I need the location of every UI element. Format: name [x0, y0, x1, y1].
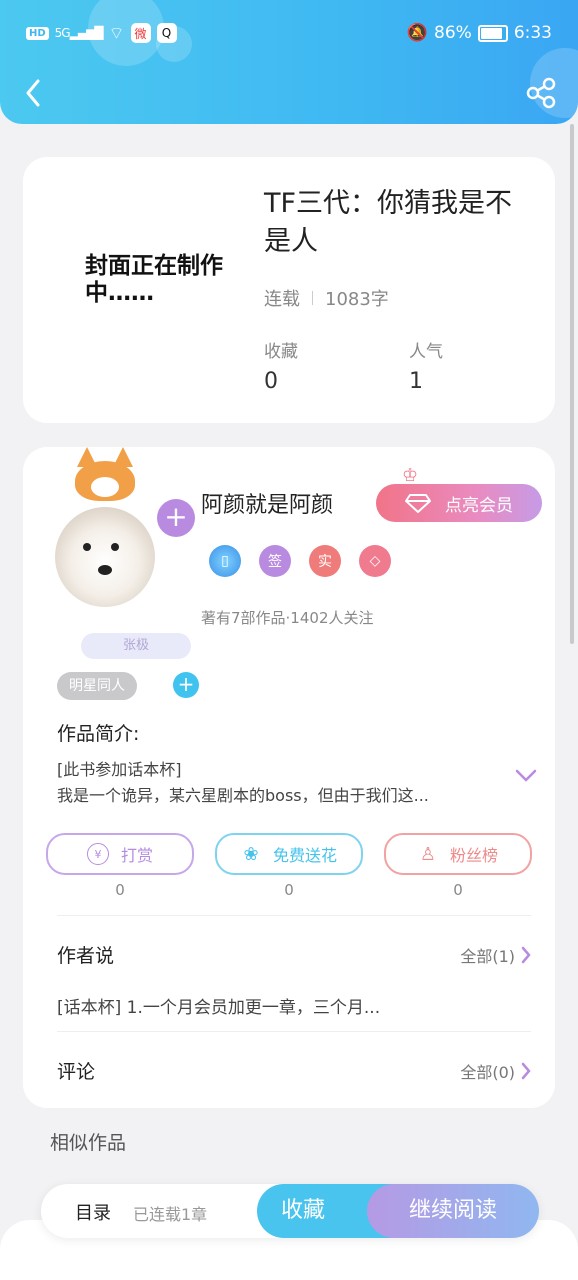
yen-icon: ¥: [86, 843, 109, 865]
author-works-info: 著有7部作品·1402人关注: [201, 609, 374, 627]
battery-percent: 86%: [434, 23, 472, 43]
popularity-count: 1: [409, 369, 423, 394]
bottom-action-bar: 目录 已连载1章 收藏 继续阅读: [41, 1184, 539, 1238]
signal-icon: 5G▂▄▆█: [54, 26, 104, 40]
verified-badge-icon[interactable]: 实: [309, 545, 341, 577]
diamond-badge-icon[interactable]: ◇: [359, 545, 391, 577]
vip-label: 点亮会员: [445, 495, 513, 516]
vip-button[interactable]: 点亮会员: [376, 484, 542, 522]
qq-icon: Q: [156, 23, 177, 43]
dog-eyes: [83, 543, 91, 551]
app-header: HD 5G▂▄▆█ ⌔ 微 Q 🔕 86% 6:33: [0, 0, 578, 124]
wifi-icon: ⌔: [108, 23, 125, 44]
author-says-text[interactable]: [话本杯] 1.一个月会员加更一章，三个月...: [57, 993, 437, 1018]
chevron-right-icon: [521, 946, 531, 964]
phone-badge-icon[interactable]: ▯: [209, 545, 241, 577]
share-button[interactable]: [524, 76, 558, 110]
author-says-more[interactable]: 全部(1): [460, 943, 531, 967]
diamond-icon: [405, 494, 431, 513]
intro-line: [此书参加话本杯]: [57, 760, 182, 779]
status-bar: HD 5G▂▄▆█ ⌔ 微 Q 🔕 86% 6:33: [26, 20, 552, 46]
chevron-down-icon[interactable]: [515, 769, 537, 783]
follow-button[interactable]: +: [157, 499, 195, 537]
send-flower-button[interactable]: ❀ 免费送花: [215, 833, 363, 875]
comments-title: 评论: [57, 1061, 96, 1083]
weibo-icon: 微: [130, 23, 151, 43]
battery-icon: [477, 24, 508, 42]
flower-count: 0: [284, 881, 294, 899]
author-badges: ▯ 签 实 ◇: [209, 545, 391, 577]
comments-more-label: 全部(0): [460, 1063, 515, 1082]
dog-nose: [98, 565, 112, 575]
author-card: + 张极 阿颜就是阿颜 ♔ 点亮会员 ▯ 签 实 ◇ 著有7部作品·1402人关…: [23, 447, 555, 1108]
author-name[interactable]: 阿颜就是阿颜: [201, 487, 333, 519]
user-heart-icon: ♙: [419, 843, 437, 865]
fan-count: 0: [453, 881, 463, 899]
serial-status: 连载: [264, 289, 300, 310]
author-says-title: 作者说: [57, 945, 115, 967]
favorites-label: 收藏: [264, 342, 298, 362]
similar-works-title: 相似作品: [50, 1132, 127, 1154]
hd-icon: HD: [26, 26, 49, 40]
book-meta: 连载 1083字: [264, 285, 389, 311]
action-buttons: ¥ 打赏 ❀ 免费送花 ♙ 粉丝榜: [46, 833, 532, 875]
corgi-decoration: [75, 447, 135, 501]
divider: [312, 291, 313, 305]
comments-more[interactable]: 全部(0): [460, 1059, 531, 1083]
fan-rank-label: 粉丝榜: [449, 846, 498, 865]
intro-text[interactable]: [此书参加话本杯] 我是一个诡异，某六星剧本的boss，但由于我们这...: [57, 757, 497, 809]
tip-label: 打赏: [120, 846, 153, 865]
scrollbar[interactable]: [570, 124, 574, 644]
favorites-count: 0: [264, 369, 278, 394]
flower-icon: ❀: [243, 843, 259, 865]
chapter-count: 已连载1章: [133, 1205, 208, 1224]
word-count: 1083字: [325, 289, 389, 310]
divider: [57, 1031, 531, 1032]
genre-tag[interactable]: 明星同人: [57, 672, 137, 700]
toc-button[interactable]: 目录: [75, 1199, 111, 1225]
chevron-left-icon: [26, 79, 40, 107]
divider: [57, 915, 531, 916]
intro-line: 我是一个诡异，某六星剧本的boss，但由于我们这...: [57, 786, 429, 805]
intro-label: 作品简介:: [57, 723, 140, 745]
avatar-image: [55, 507, 155, 607]
share-icon: [526, 77, 556, 109]
clock: 6:33: [513, 23, 552, 43]
popularity-label: 人气: [409, 342, 443, 362]
book-info-card: 封面正在制作中…… TF三代：你猜我是不是人 连载 1083字 收藏 0 人气 …: [23, 157, 555, 423]
avatar-tag: 张极: [81, 633, 191, 659]
add-tag-button[interactable]: +: [173, 672, 199, 698]
tip-button[interactable]: ¥ 打赏: [46, 833, 194, 875]
back-button[interactable]: [18, 78, 48, 108]
author-avatar[interactable]: + 张极: [53, 447, 195, 659]
action-counts: 0 0 0: [46, 881, 532, 899]
book-cover[interactable]: 封面正在制作中……: [85, 253, 225, 307]
mute-icon: 🔕: [406, 23, 429, 43]
fan-rank-button[interactable]: ♙ 粉丝榜: [384, 833, 532, 875]
author-says-more-label: 全部(1): [460, 947, 515, 966]
book-title: TF三代：你猜我是不是人: [264, 188, 513, 257]
tip-count: 0: [115, 881, 125, 899]
chevron-right-icon: [521, 1062, 531, 1080]
sign-badge-icon[interactable]: 签: [259, 545, 291, 577]
crown-icon: ♔: [402, 465, 419, 486]
send-flower-label: 免费送花: [272, 846, 337, 865]
continue-reading-button[interactable]: 继续阅读: [367, 1184, 539, 1238]
